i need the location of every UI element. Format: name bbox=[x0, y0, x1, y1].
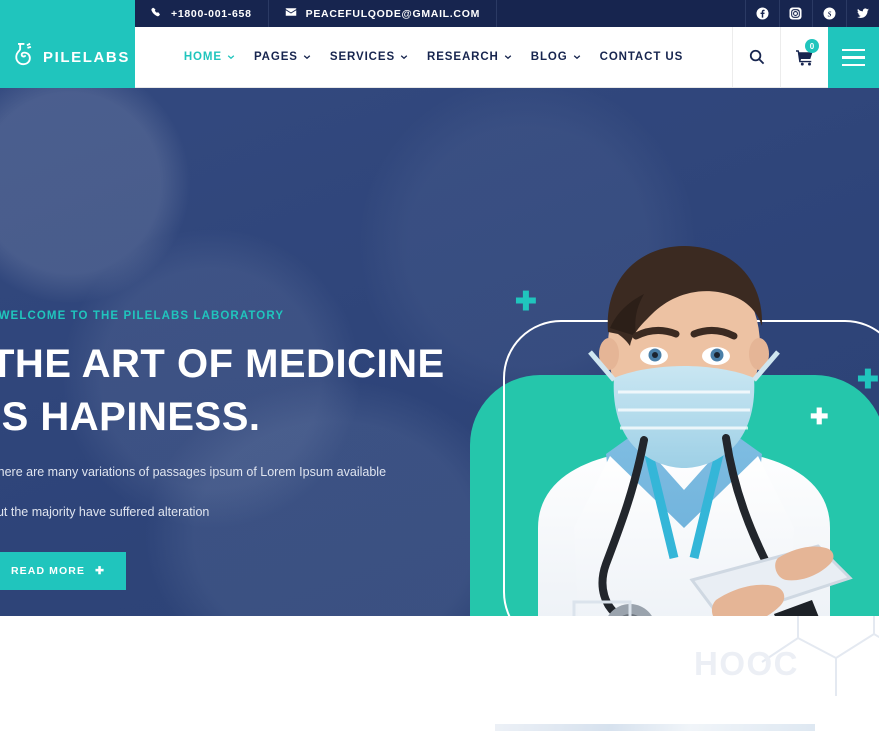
read-more-label: READ MORE bbox=[11, 565, 86, 577]
burger-line-1 bbox=[842, 48, 865, 52]
chevron-down-icon bbox=[303, 55, 311, 60]
hamburger-menu-icon[interactable] bbox=[828, 27, 879, 88]
hero-subtitle-line-1: There are many variations of passages ip… bbox=[0, 465, 387, 479]
hero-subtitle-line-2: but the majority have suffered alteratio… bbox=[0, 505, 210, 519]
nav-item-pages[interactable]: PAGES bbox=[248, 47, 317, 67]
nav-label-pages: PAGES bbox=[253, 51, 298, 63]
plus-icon: ✚ bbox=[95, 565, 105, 577]
burger-line-2 bbox=[842, 56, 865, 59]
nav-item-blog[interactable]: BLOG bbox=[525, 47, 587, 67]
burger-line-3 bbox=[842, 63, 865, 67]
nav-label-home: HOME bbox=[183, 51, 222, 63]
hero-title-line-2: IS HAPINESS. bbox=[0, 395, 261, 439]
phone-number: +1800-001-658 bbox=[171, 7, 252, 20]
phone-contact[interactable]: +1800-001-658 bbox=[135, 0, 269, 27]
twitter-icon[interactable] bbox=[845, 0, 879, 27]
nav-label-blog: BLOG bbox=[530, 51, 568, 63]
phone-icon bbox=[151, 7, 162, 21]
top-bar-spacer bbox=[497, 0, 745, 27]
site-logo[interactable]: PILELABS bbox=[0, 27, 135, 88]
plus-decoration-2: ✚ bbox=[810, 404, 829, 429]
chevron-down-icon bbox=[573, 55, 580, 60]
pilelabs-flask-logo-icon bbox=[12, 42, 36, 74]
search-icon bbox=[749, 49, 764, 65]
hero-slider: O H O N bbox=[0, 88, 879, 616]
nav-label-research: RESEARCH bbox=[427, 51, 499, 63]
below-hero-section: HOOC bbox=[0, 616, 879, 731]
nav-label-contact-us: CONTACT US bbox=[599, 51, 684, 63]
hooc-watermark: HOOC bbox=[694, 645, 799, 682]
cart-button[interactable]: 0 bbox=[780, 27, 828, 88]
nav-item-home[interactable]: HOME bbox=[178, 47, 241, 67]
skype-icon[interactable]: S bbox=[812, 0, 846, 27]
main-navigation: HOME PAGES SERVICES RESEARCH BLOG CONTAC… bbox=[135, 27, 732, 88]
plus-decoration-1: ✚ bbox=[515, 286, 537, 316]
search-button[interactable] bbox=[732, 27, 780, 88]
nav-item-research[interactable]: RESEARCH bbox=[421, 47, 518, 67]
hero-content: / WELCOME TO THE PILELABS LABORATORY THE… bbox=[0, 310, 445, 590]
molecule-decoration-icon: O H O N bbox=[0, 588, 190, 616]
main-header: PILELABS HOME PAGES SERVICES RESEARCH BL… bbox=[0, 27, 879, 88]
svg-text:S: S bbox=[827, 11, 831, 18]
envelope-icon bbox=[285, 6, 297, 21]
nav-label-services: SERVICES bbox=[329, 51, 396, 63]
nav-item-services[interactable]: SERVICES bbox=[324, 47, 414, 67]
email-contact[interactable]: PEACEFULQODE@GMAIL.COM bbox=[269, 0, 498, 27]
plus-decoration-3: ✚ bbox=[857, 364, 879, 394]
top-bar-logo-spacer bbox=[0, 0, 135, 27]
below-section-image bbox=[495, 724, 815, 731]
chevron-down-icon bbox=[227, 55, 235, 60]
hero-eyebrow: / WELCOME TO THE PILELABS LABORATORY bbox=[0, 310, 285, 322]
chevron-down-icon bbox=[400, 55, 408, 60]
cart-count-badge: 0 bbox=[805, 39, 819, 53]
logo-text: PILELABS bbox=[43, 49, 130, 66]
facebook-icon[interactable] bbox=[745, 0, 779, 27]
top-bar: +1800-001-658 PEACEFULQODE@GMAIL.COM S bbox=[0, 0, 879, 27]
hero-title-line-1: THE ART OF MEDICINE bbox=[0, 342, 445, 386]
email-address: PEACEFULQODE@GMAIL.COM bbox=[305, 7, 481, 20]
nav-item-contact-us[interactable]: CONTACT US bbox=[594, 47, 690, 67]
chevron-down-icon bbox=[504, 55, 512, 60]
instagram-icon[interactable] bbox=[778, 0, 813, 27]
read-more-button[interactable]: READ MORE ✚ bbox=[0, 552, 126, 590]
